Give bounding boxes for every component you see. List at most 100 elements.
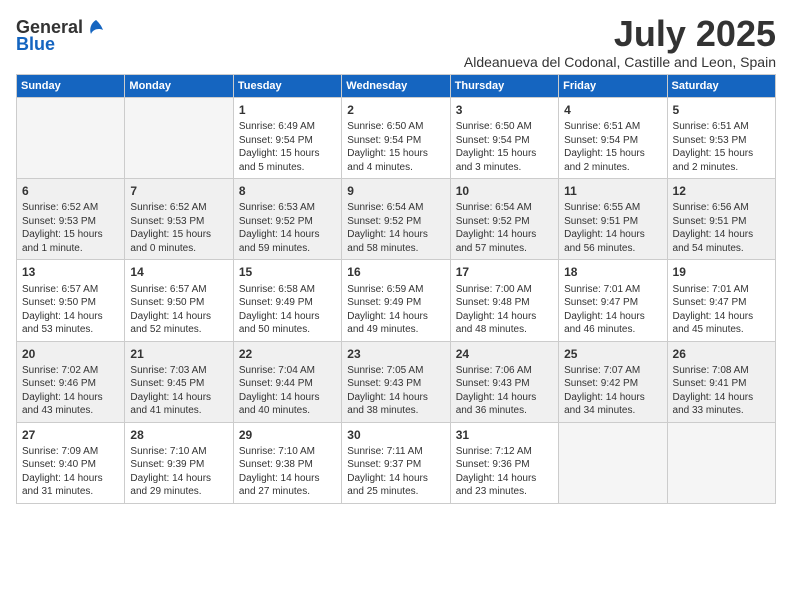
logo: General Blue — [16, 16, 107, 55]
daylight-text: Daylight: 14 hours and 52 minutes. — [130, 310, 227, 337]
daylight-text: Daylight: 14 hours and 33 minutes. — [673, 391, 770, 418]
calendar-cell: 5Sunrise: 6:51 AMSunset: 9:53 PMDaylight… — [667, 98, 775, 179]
sunrise-text: Sunrise: 6:55 AM — [564, 201, 661, 215]
sunset-text: Sunset: 9:50 PM — [22, 296, 119, 310]
sunset-text: Sunset: 9:54 PM — [347, 134, 444, 148]
sunrise-text: Sunrise: 6:54 AM — [347, 201, 444, 215]
calendar-cell: 7Sunrise: 6:52 AMSunset: 9:53 PMDaylight… — [125, 179, 233, 260]
sunrise-text: Sunrise: 6:56 AM — [673, 201, 770, 215]
sunrise-text: Sunrise: 7:00 AM — [456, 283, 553, 297]
day-number: 30 — [347, 427, 444, 443]
sunrise-text: Sunrise: 6:49 AM — [239, 120, 336, 134]
sunset-text: Sunset: 9:53 PM — [22, 215, 119, 229]
sunrise-text: Sunrise: 6:52 AM — [22, 201, 119, 215]
sunset-text: Sunset: 9:52 PM — [347, 215, 444, 229]
sunset-text: Sunset: 9:51 PM — [673, 215, 770, 229]
sunrise-text: Sunrise: 7:01 AM — [564, 283, 661, 297]
calendar-cell: 13Sunrise: 6:57 AMSunset: 9:50 PMDayligh… — [17, 260, 125, 341]
calendar-cell: 15Sunrise: 6:58 AMSunset: 9:49 PMDayligh… — [233, 260, 341, 341]
daylight-text: Daylight: 14 hours and 57 minutes. — [456, 228, 553, 255]
sunrise-text: Sunrise: 6:57 AM — [22, 283, 119, 297]
sunrise-text: Sunrise: 7:11 AM — [347, 445, 444, 459]
sunset-text: Sunset: 9:42 PM — [564, 377, 661, 391]
sunset-text: Sunset: 9:40 PM — [22, 458, 119, 472]
calendar-week-row: 6Sunrise: 6:52 AMSunset: 9:53 PMDaylight… — [17, 179, 776, 260]
daylight-text: Daylight: 14 hours and 48 minutes. — [456, 310, 553, 337]
daylight-text: Daylight: 14 hours and 36 minutes. — [456, 391, 553, 418]
daylight-text: Daylight: 14 hours and 23 minutes. — [456, 472, 553, 499]
sunset-text: Sunset: 9:52 PM — [456, 215, 553, 229]
day-number: 4 — [564, 102, 661, 118]
daylight-text: Daylight: 14 hours and 45 minutes. — [673, 310, 770, 337]
sunrise-text: Sunrise: 7:07 AM — [564, 364, 661, 378]
sunset-text: Sunset: 9:39 PM — [130, 458, 227, 472]
sunset-text: Sunset: 9:53 PM — [130, 215, 227, 229]
day-number: 29 — [239, 427, 336, 443]
sunrise-text: Sunrise: 6:51 AM — [564, 120, 661, 134]
day-number: 1 — [239, 102, 336, 118]
daylight-text: Daylight: 15 hours and 3 minutes. — [456, 147, 553, 174]
sunset-text: Sunset: 9:38 PM — [239, 458, 336, 472]
sunrise-text: Sunrise: 7:06 AM — [456, 364, 553, 378]
day-number: 14 — [130, 264, 227, 280]
daylight-text: Daylight: 14 hours and 56 minutes. — [564, 228, 661, 255]
sunset-text: Sunset: 9:47 PM — [673, 296, 770, 310]
sunrise-text: Sunrise: 6:50 AM — [456, 120, 553, 134]
daylight-text: Daylight: 14 hours and 58 minutes. — [347, 228, 444, 255]
day-number: 15 — [239, 264, 336, 280]
day-number: 28 — [130, 427, 227, 443]
calendar-cell — [17, 98, 125, 179]
sunset-text: Sunset: 9:51 PM — [564, 215, 661, 229]
daylight-text: Daylight: 14 hours and 38 minutes. — [347, 391, 444, 418]
sunrise-text: Sunrise: 6:53 AM — [239, 201, 336, 215]
sunrise-text: Sunrise: 7:10 AM — [130, 445, 227, 459]
weekday-header-tuesday: Tuesday — [233, 75, 341, 98]
calendar-cell: 12Sunrise: 6:56 AMSunset: 9:51 PMDayligh… — [667, 179, 775, 260]
day-number: 9 — [347, 183, 444, 199]
logo-icon — [85, 16, 107, 38]
day-number: 6 — [22, 183, 119, 199]
sunrise-text: Sunrise: 7:09 AM — [22, 445, 119, 459]
daylight-text: Daylight: 14 hours and 27 minutes. — [239, 472, 336, 499]
calendar-cell: 29 Sunrise: 7:10 AMSunset: 9:38 PMDayligh… — [233, 422, 341, 503]
weekday-header-row: SundayMondayTuesdayWednesdayThursdayFrid… — [17, 75, 776, 98]
calendar-cell: 8Sunrise: 6:53 AMSunset: 9:52 PMDaylight… — [233, 179, 341, 260]
daylight-text: Daylight: 14 hours and 50 minutes. — [239, 310, 336, 337]
day-number: 27 — [22, 427, 119, 443]
calendar-week-row: 27Sunrise: 7:09 AMSunset: 9:40 PMDayligh… — [17, 422, 776, 503]
daylight-text: Daylight: 14 hours and 31 minutes. — [22, 472, 119, 499]
sunrise-text: Sunrise: 6:58 AM — [239, 283, 336, 297]
calendar-cell: 14Sunrise: 6:57 AMSunset: 9:50 PMDayligh… — [125, 260, 233, 341]
day-number: 22 — [239, 346, 336, 362]
day-number: 17 — [456, 264, 553, 280]
daylight-text: Daylight: 15 hours and 1 minute. — [22, 228, 119, 255]
calendar-week-row: 20Sunrise: 7:02 AMSunset: 9:46 PMDayligh… — [17, 341, 776, 422]
weekday-header-saturday: Saturday — [667, 75, 775, 98]
calendar-week-row: 13Sunrise: 6:57 AMSunset: 9:50 PMDayligh… — [17, 260, 776, 341]
sunrise-text: Sunrise: 6:50 AM — [347, 120, 444, 134]
calendar-cell: 18Sunrise: 7:01 AMSunset: 9:47 PMDayligh… — [559, 260, 667, 341]
day-number: 3 — [456, 102, 553, 118]
calendar-cell: 21Sunrise: 7:03 AMSunset: 9:45 PMDayligh… — [125, 341, 233, 422]
calendar-cell: 19Sunrise: 7:01 AMSunset: 9:47 PMDayligh… — [667, 260, 775, 341]
sunset-text: Sunset: 9:45 PM — [130, 377, 227, 391]
month-title: July 2025 — [464, 16, 776, 52]
calendar-cell: 31Sunrise: 7:12 AMSunset: 9:36 PMDayligh… — [450, 422, 558, 503]
daylight-text: Daylight: 14 hours and 43 minutes. — [22, 391, 119, 418]
calendar-cell: 4Sunrise: 6:51 AMSunset: 9:54 PMDaylight… — [559, 98, 667, 179]
sunrise-text: Sunrise: 7:10 AM — [239, 445, 336, 459]
calendar-cell — [125, 98, 233, 179]
sunset-text: Sunset: 9:43 PM — [347, 377, 444, 391]
sunrise-text: Sunrise: 6:51 AM — [673, 120, 770, 134]
daylight-text: Daylight: 14 hours and 34 minutes. — [564, 391, 661, 418]
calendar-week-row: 1Sunrise: 6:49 AMSunset: 9:54 PMDaylight… — [17, 98, 776, 179]
day-number: 31 — [456, 427, 553, 443]
daylight-text: Daylight: 15 hours and 2 minutes. — [673, 147, 770, 174]
title-block: July 2025 Aldeanueva del Codonal, Castil… — [464, 16, 776, 70]
daylight-text: Daylight: 14 hours and 59 minutes. — [239, 228, 336, 255]
day-number: 18 — [564, 264, 661, 280]
page-header: General Blue July 2025 Aldeanueva del Co… — [16, 16, 776, 70]
sunset-text: Sunset: 9:54 PM — [456, 134, 553, 148]
sunset-text: Sunset: 9:46 PM — [22, 377, 119, 391]
calendar-table: SundayMondayTuesdayWednesdayThursdayFrid… — [16, 74, 776, 504]
